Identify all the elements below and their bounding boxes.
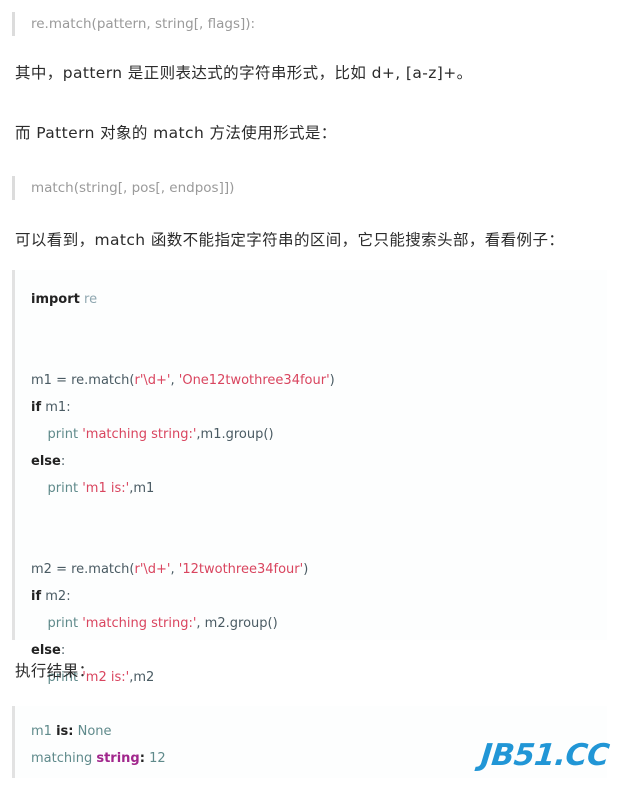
code-token: , — [170, 562, 179, 577]
code-token: 'matching string:' — [82, 427, 197, 442]
output-token: 12 — [144, 751, 166, 766]
code-line: print 'matching string:',m1.group() — [31, 421, 607, 448]
code-token: print — [47, 616, 79, 631]
article-page: re.match(pattern, string[, flags]): 其中，p… — [0, 0, 623, 786]
code-line: if m1: — [31, 394, 607, 421]
code-token: m2: — [41, 589, 71, 604]
code-line: m1 = re.match(r'\d+', 'One12twothree34fo… — [31, 367, 607, 394]
code-token: m1 = re.match( — [31, 373, 135, 388]
code-token: , — [170, 373, 179, 388]
code-token: 'matching string:' — [82, 616, 197, 631]
code-token: ,m1 — [129, 481, 155, 496]
code-token: ,m2 — [129, 670, 155, 685]
pattern-match-signature-quote: match(string[, pos[, endpos]]) — [12, 176, 234, 201]
code-token: , m2.group() — [196, 616, 278, 631]
code-token: print — [47, 427, 79, 442]
code-line: m2 = re.match(r'\d+', '12twothree34four'… — [31, 556, 607, 583]
code-line: else: — [31, 448, 607, 475]
code-token: if — [31, 589, 42, 604]
re-match-signature-quote: re.match(pattern, string[, flags]): — [12, 12, 255, 37]
output-token: string — [96, 751, 140, 766]
code-token: r'\d+' — [134, 373, 171, 388]
code-line: print 'matching string:', m2.group() — [31, 610, 607, 637]
code-token: m1: — [41, 400, 71, 415]
paragraph-execution-result-label: 执行结果： — [15, 662, 95, 680]
code-token: else — [31, 643, 61, 658]
code-token: r'\d+' — [134, 562, 171, 577]
code-token: m2 = re.match( — [31, 562, 135, 577]
code-token: 'One12twothree34four' — [178, 373, 330, 388]
code-line: print 'm2 is:',m2 — [31, 664, 607, 691]
paragraph-pattern-object-intro: 而 Pattern 对象的 match 方法使用形式是： — [15, 124, 337, 142]
code-token: ) — [303, 562, 309, 577]
output-token: is — [56, 724, 69, 739]
code-token: else — [31, 454, 61, 469]
code-token: : — [60, 454, 66, 469]
code-token: 'm1 is:' — [82, 481, 130, 496]
code-line: import re — [31, 286, 607, 313]
output-token: None — [73, 724, 112, 739]
code-token: print — [47, 481, 79, 496]
code-token: if — [31, 400, 42, 415]
paragraph-pattern-explanation: 其中，pattern 是正则表达式的字符串形式，比如 d+, [a-z]+。 — [15, 64, 473, 82]
code-line: if m2: — [31, 583, 607, 610]
site-watermark: JB51.CC — [479, 738, 611, 773]
code-line: else: — [31, 637, 607, 664]
python-code-block: import re m1 = re.match(r'\d+', 'One12tw… — [12, 270, 607, 685]
code-token: : — [60, 643, 66, 658]
output-token: m1 — [31, 724, 57, 739]
code-line: print 'm1 is:',m1 — [31, 475, 607, 502]
code-token: import — [31, 292, 80, 307]
code-token: re — [84, 292, 98, 307]
code-token: ,m1.group() — [196, 427, 274, 442]
code-token: ) — [329, 373, 335, 388]
code-token: '12twothree34four' — [178, 562, 304, 577]
output-token: matching — [31, 751, 97, 766]
paragraph-match-behavior: 可以看到，match 函数不能指定字符串的区间，它只能搜索头部，看看例子： — [15, 231, 565, 249]
